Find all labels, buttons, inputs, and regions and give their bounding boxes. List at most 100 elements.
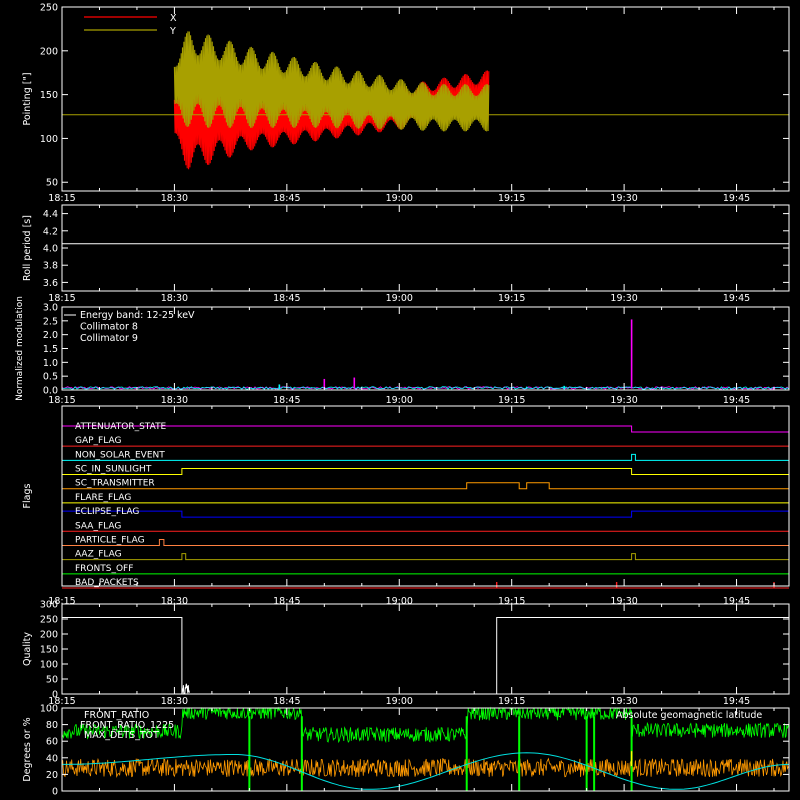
- legend-label: Collimator 9: [80, 333, 138, 344]
- y-tick-label: 200: [40, 630, 58, 641]
- flag-row-gap-flag: GAP_FLAG: [62, 436, 789, 447]
- y-tick-label: 150: [40, 90, 58, 101]
- y-axis-label: Pointing ["]: [22, 72, 33, 125]
- flag-label: NON_SOLAR_EVENT: [75, 450, 165, 460]
- panel-frame-1: [61, 204, 790, 292]
- flag-label: ECLIPSE_FLAG: [75, 507, 139, 517]
- flag-line: [62, 468, 789, 476]
- flag-row-flare-flag: FLARE_FLAG: [62, 493, 789, 504]
- flag-line: [62, 453, 789, 461]
- x-tick-label: 18:30: [161, 395, 188, 406]
- y-tick-label: 250: [40, 3, 58, 14]
- x-tick-label: 19:15: [498, 293, 525, 304]
- y-tick-label: 4.0: [43, 244, 58, 255]
- y-tick-label: 2.0: [43, 330, 58, 341]
- x-tick-label: 18:30: [161, 193, 188, 204]
- y-tick-label: 0: [52, 787, 58, 798]
- flag-row-sc-transmitter: SC_TRANSMITTER: [62, 479, 789, 490]
- flag-line: [62, 553, 789, 561]
- x-tick-label: 19:45: [723, 395, 750, 406]
- y-tick-label: 40: [46, 753, 58, 764]
- max-dets-tot-line: [61, 757, 789, 778]
- flag-line: [61, 510, 790, 518]
- y-tick-label: 20: [46, 770, 58, 781]
- flag-row-sc-in-sunlight: SC_IN_SUNLIGHT: [62, 465, 789, 476]
- y-tick-label: 200: [40, 46, 58, 57]
- quality-line: [62, 617, 789, 695]
- flag-row-attenuator-state: ATTENUATOR_STATE: [61, 422, 789, 433]
- y-tick-label: 1.0: [43, 358, 58, 369]
- flag-label: PARTICLE_FLAG: [75, 535, 145, 545]
- x-tick-label: 18:15: [48, 395, 75, 406]
- x-tick-label: 19:00: [386, 696, 413, 707]
- flag-row-aaz-flag: AAZ_FLAG: [62, 550, 789, 561]
- y-axis-label: Degrees or %: [22, 717, 33, 781]
- y-tick-label: 2.5: [43, 316, 58, 327]
- x-tick-label: 19:30: [610, 293, 637, 304]
- flag-row-non-solar-event: NON_SOLAR_EVENT: [62, 450, 789, 461]
- x-tick-label: 19:15: [498, 696, 525, 707]
- flag-label: ATTENUATOR_STATE: [75, 422, 167, 432]
- panel-frame-3: [61, 405, 790, 587]
- legend-label: Collimator 8: [80, 322, 138, 333]
- y-tick-label: 3.6: [43, 278, 58, 289]
- x-tick-label: 19:00: [386, 395, 413, 406]
- x-tick-label: 19:45: [723, 293, 750, 304]
- y-axis-label: Roll period [s]: [22, 215, 33, 281]
- x-tick-label: 19:00: [386, 193, 413, 204]
- legend-label: Energy band: 12-25 keV: [80, 310, 195, 321]
- x-tick-label: 18:30: [161, 696, 188, 707]
- flag-line: [61, 425, 789, 433]
- y-axis-label: Quality: [22, 632, 33, 666]
- x-tick-label: 19:45: [723, 696, 750, 707]
- quality-noise: [181, 683, 190, 695]
- x-tick-label: 18:30: [161, 293, 188, 304]
- y-tick-label: 4.4: [43, 209, 58, 220]
- flag-label: AAZ_FLAG: [75, 550, 122, 560]
- legend-label-y: Y: [169, 26, 176, 37]
- x-tick-label: 18:45: [273, 293, 300, 304]
- x-tick-label: 19:15: [498, 193, 525, 204]
- x-tick-label: 19:15: [498, 395, 525, 406]
- legend-label: MAX_DETS_TOT: [84, 730, 159, 741]
- x-tick-label: 19:45: [723, 193, 750, 204]
- flag-label: FLARE_FLAG: [75, 493, 131, 503]
- flag-row-saa-flag: SAA_FLAG: [62, 521, 789, 532]
- legend-label-geomagnetic-latitude: Absolute geomagnetic latitude: [616, 710, 762, 721]
- y-axis-label: Normalized modulation: [15, 296, 25, 401]
- x-tick-label: 18:45: [273, 193, 300, 204]
- y-tick-label: 80: [46, 720, 58, 731]
- y-tick-label: 1.5: [43, 344, 58, 355]
- y-tick-label: 300: [40, 600, 58, 611]
- x-tick-label: 18:45: [273, 395, 300, 406]
- flag-row-particle-flag: PARTICLE_FLAG: [62, 535, 789, 546]
- flag-label: FRONTS_OFF: [75, 564, 133, 574]
- flag-label: GAP_FLAG: [75, 436, 121, 446]
- y-tick-label: 0.5: [43, 372, 58, 383]
- x-tick-label: 19:00: [386, 293, 413, 304]
- y-tick-label: 60: [46, 737, 58, 748]
- flag-row-fronts-off: FRONTS_OFF: [62, 564, 789, 575]
- x-tick-label: 18:45: [273, 696, 300, 707]
- x-tick-label: 18:15: [48, 193, 75, 204]
- y-tick-label: 3.8: [43, 261, 58, 272]
- y-tick-label: 3.0: [43, 303, 58, 314]
- y-tick-label: 250: [40, 615, 58, 626]
- y-axis-label: Flags: [22, 483, 33, 508]
- x-tick-label: 19:30: [610, 395, 637, 406]
- flag-line: [62, 482, 789, 490]
- y-tick-label: 100: [40, 660, 58, 671]
- figure: 50100150200250Pointing ["]XY18:15 18:30 18…: [15, 3, 790, 798]
- y-tick-label: 4.2: [43, 226, 58, 237]
- legend-label-x: X: [170, 13, 177, 24]
- x-tick-label: 19:30: [610, 696, 637, 707]
- y-tick-label: 100: [40, 704, 58, 715]
- y-tick-label: 50: [46, 178, 58, 189]
- flag-label: SC_TRANSMITTER: [75, 479, 155, 489]
- flag-line: [62, 538, 789, 546]
- y-tick-label: 150: [40, 645, 58, 656]
- x-tick-label: 19:30: [610, 193, 637, 204]
- flag-label: SAA_FLAG: [75, 521, 121, 531]
- y-tick-label: 100: [40, 134, 58, 145]
- flag-row-eclipse-flag: ECLIPSE_FLAG: [61, 507, 790, 518]
